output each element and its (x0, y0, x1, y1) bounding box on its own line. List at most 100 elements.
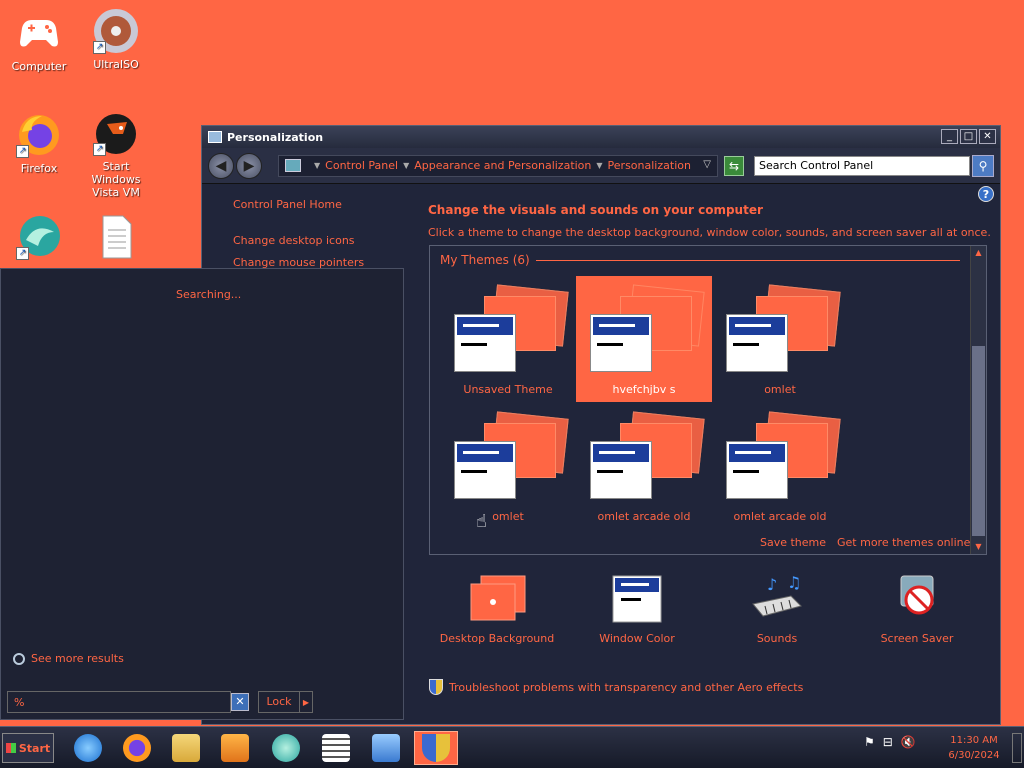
scroll-thumb[interactable] (972, 346, 985, 536)
shortcut-arrow-icon: ↗ (93, 143, 106, 156)
internet-explorer-icon (74, 734, 102, 762)
firefox-icon: ↗ (16, 112, 62, 158)
system-tray: ⚑ ⊟ 🔇 (864, 735, 916, 749)
breadcrumb-appearance[interactable]: Appearance and Personalization (414, 159, 591, 172)
windows-logo-icon (5, 743, 16, 753)
taskbar-task-manager[interactable] (314, 731, 358, 765)
theme-item[interactable]: omlet (440, 403, 576, 529)
my-themes-header: My Themes (6) (440, 253, 960, 267)
svg-text:♪: ♪ (767, 575, 777, 594)
desktop-icon-vista-vm[interactable]: ↗ Start Windows Vista VM (77, 110, 155, 199)
bottom-item-label: Desktop Background (439, 632, 555, 645)
scroll-up-icon[interactable]: ▲ (971, 246, 986, 260)
theme-item[interactable]: omlet arcade old (712, 403, 848, 529)
page-title: Change the visuals and sounds on your co… (428, 203, 763, 217)
media-player-icon (221, 734, 249, 762)
shortcut-arrow-icon: ↗ (93, 41, 106, 54)
search-icon[interactable]: ⚲ (972, 154, 994, 177)
scroll-down-icon[interactable]: ▼ (971, 540, 986, 554)
minimize-button[interactable]: _ (941, 129, 958, 144)
desktop-background-icon (467, 574, 527, 624)
desktop-icon-label: Firefox (20, 162, 58, 175)
theme-item[interactable]: omlet arcade old (576, 403, 712, 529)
maximize-button[interactable]: □ (960, 129, 977, 144)
breadcrumb-personalization[interactable]: Personalization (608, 159, 691, 172)
app-icon (272, 734, 300, 762)
network-icon[interactable]: ⊟ (883, 735, 893, 749)
window-color-icon (607, 574, 667, 624)
taskbar-firefox[interactable] (115, 731, 159, 765)
shield-icon (422, 734, 450, 762)
theme-name: omlet (764, 383, 796, 396)
window-color-button[interactable]: Window Color (572, 574, 702, 645)
show-desktop-button[interactable] (1012, 733, 1022, 763)
bottom-item-label: Window Color (599, 632, 675, 645)
hand-cursor-icon: ☝ (476, 511, 487, 532)
theme-item[interactable]: omlet (712, 276, 848, 402)
start-button[interactable]: Start (2, 733, 54, 763)
themes-list: My Themes (6) Unsaved Theme hvefchjbv s … (429, 245, 987, 555)
sounds-icon: ♪ ♫ (747, 573, 807, 624)
search-input[interactable] (754, 155, 970, 176)
app-icon: ↗ (16, 214, 62, 260)
forward-button[interactable]: ▶ (236, 152, 262, 179)
desktop-background-button[interactable]: Desktop Background (432, 574, 562, 645)
sounds-button[interactable]: ♪ ♫ Sounds (712, 573, 842, 645)
bottom-item-label: Screen Saver (880, 632, 954, 645)
clock-time: 11:30 AM (950, 735, 998, 746)
personalization-icon (208, 131, 222, 143)
desktop-icon-label: Computer (11, 60, 67, 73)
start-search-input[interactable] (7, 691, 231, 713)
search-status: Searching... (176, 288, 242, 301)
refresh-button[interactable]: ⇆ (724, 155, 744, 176)
shield-icon (429, 679, 443, 695)
sidebar-item-desktop-icons[interactable]: Change desktop icons (233, 234, 364, 247)
desktop-icon-ultraiso[interactable]: ↗ UltraISO (77, 8, 155, 71)
theme-item[interactable]: Unsaved Theme (440, 276, 576, 402)
control-panel-icon (285, 159, 301, 172)
sidebar: Control Panel Home Change desktop icons … (233, 198, 364, 278)
clear-search-button[interactable]: ✕ (231, 693, 249, 711)
breadcrumb-control-panel[interactable]: Control Panel (325, 159, 398, 172)
help-icon[interactable]: ? (978, 186, 994, 202)
chevron-right-icon[interactable]: ▶ (300, 698, 312, 707)
troubleshoot-link[interactable]: Troubleshoot problems with transparency … (429, 679, 803, 695)
svg-text:♫: ♫ (787, 574, 801, 592)
theme-name: Unsaved Theme (463, 383, 553, 396)
theme-name: omlet arcade old (733, 510, 827, 523)
theme-item-selected[interactable]: hvefchjbv s (576, 276, 712, 402)
desktop-icon-app[interactable]: ↗ (0, 214, 78, 264)
get-more-themes-link[interactable]: Get more themes online (837, 536, 970, 549)
lock-button[interactable]: Lock ▶ (258, 691, 313, 713)
volume-muted-icon[interactable]: 🔇 (901, 735, 916, 749)
taskbar-control-panel[interactable] (364, 731, 408, 765)
desktop-icon-document[interactable] (77, 214, 155, 264)
clock-date: 6/30/2024 (948, 750, 1000, 761)
screen-saver-button[interactable]: Screen Saver (852, 574, 982, 645)
clock[interactable]: 11:30 AM 6/30/2024 (944, 733, 1004, 763)
gamepad-icon (16, 10, 62, 56)
see-more-results-link[interactable]: See more results (13, 652, 124, 665)
taskbar-media-player[interactable] (213, 731, 257, 765)
page-subtitle: Click a theme to change the desktop back… (428, 226, 991, 239)
taskbar-internet-explorer[interactable] (66, 731, 110, 765)
taskbar-explorer[interactable] (164, 731, 208, 765)
save-theme-link[interactable]: Save theme (760, 536, 826, 549)
desktop-icon-firefox[interactable]: ↗ Firefox (0, 112, 78, 175)
theme-name: hvefchjbv s (612, 383, 676, 396)
taskbar-app[interactable] (264, 731, 308, 765)
close-button[interactable]: ✕ (979, 129, 996, 144)
list-icon (322, 734, 350, 762)
taskbar-personalization[interactable] (414, 731, 458, 765)
chevron-down-icon[interactable]: ▽ (703, 159, 711, 170)
back-button[interactable]: ◀ (208, 152, 234, 179)
address-bar[interactable]: ▼ Control Panel ▼ Appearance and Persona… (278, 154, 718, 177)
themes-scrollbar[interactable]: ▲ ▼ (970, 246, 986, 554)
search-icon (13, 652, 25, 665)
sidebar-item-home[interactable]: Control Panel Home (233, 198, 364, 211)
action-center-flag-icon[interactable]: ⚑ (864, 735, 875, 749)
window-titlebar[interactable]: Personalization (202, 126, 1000, 148)
qemu-icon: ↗ (93, 110, 139, 156)
theme-name: omlet arcade old (597, 510, 691, 523)
desktop-icon-computer[interactable]: Computer (0, 10, 78, 73)
